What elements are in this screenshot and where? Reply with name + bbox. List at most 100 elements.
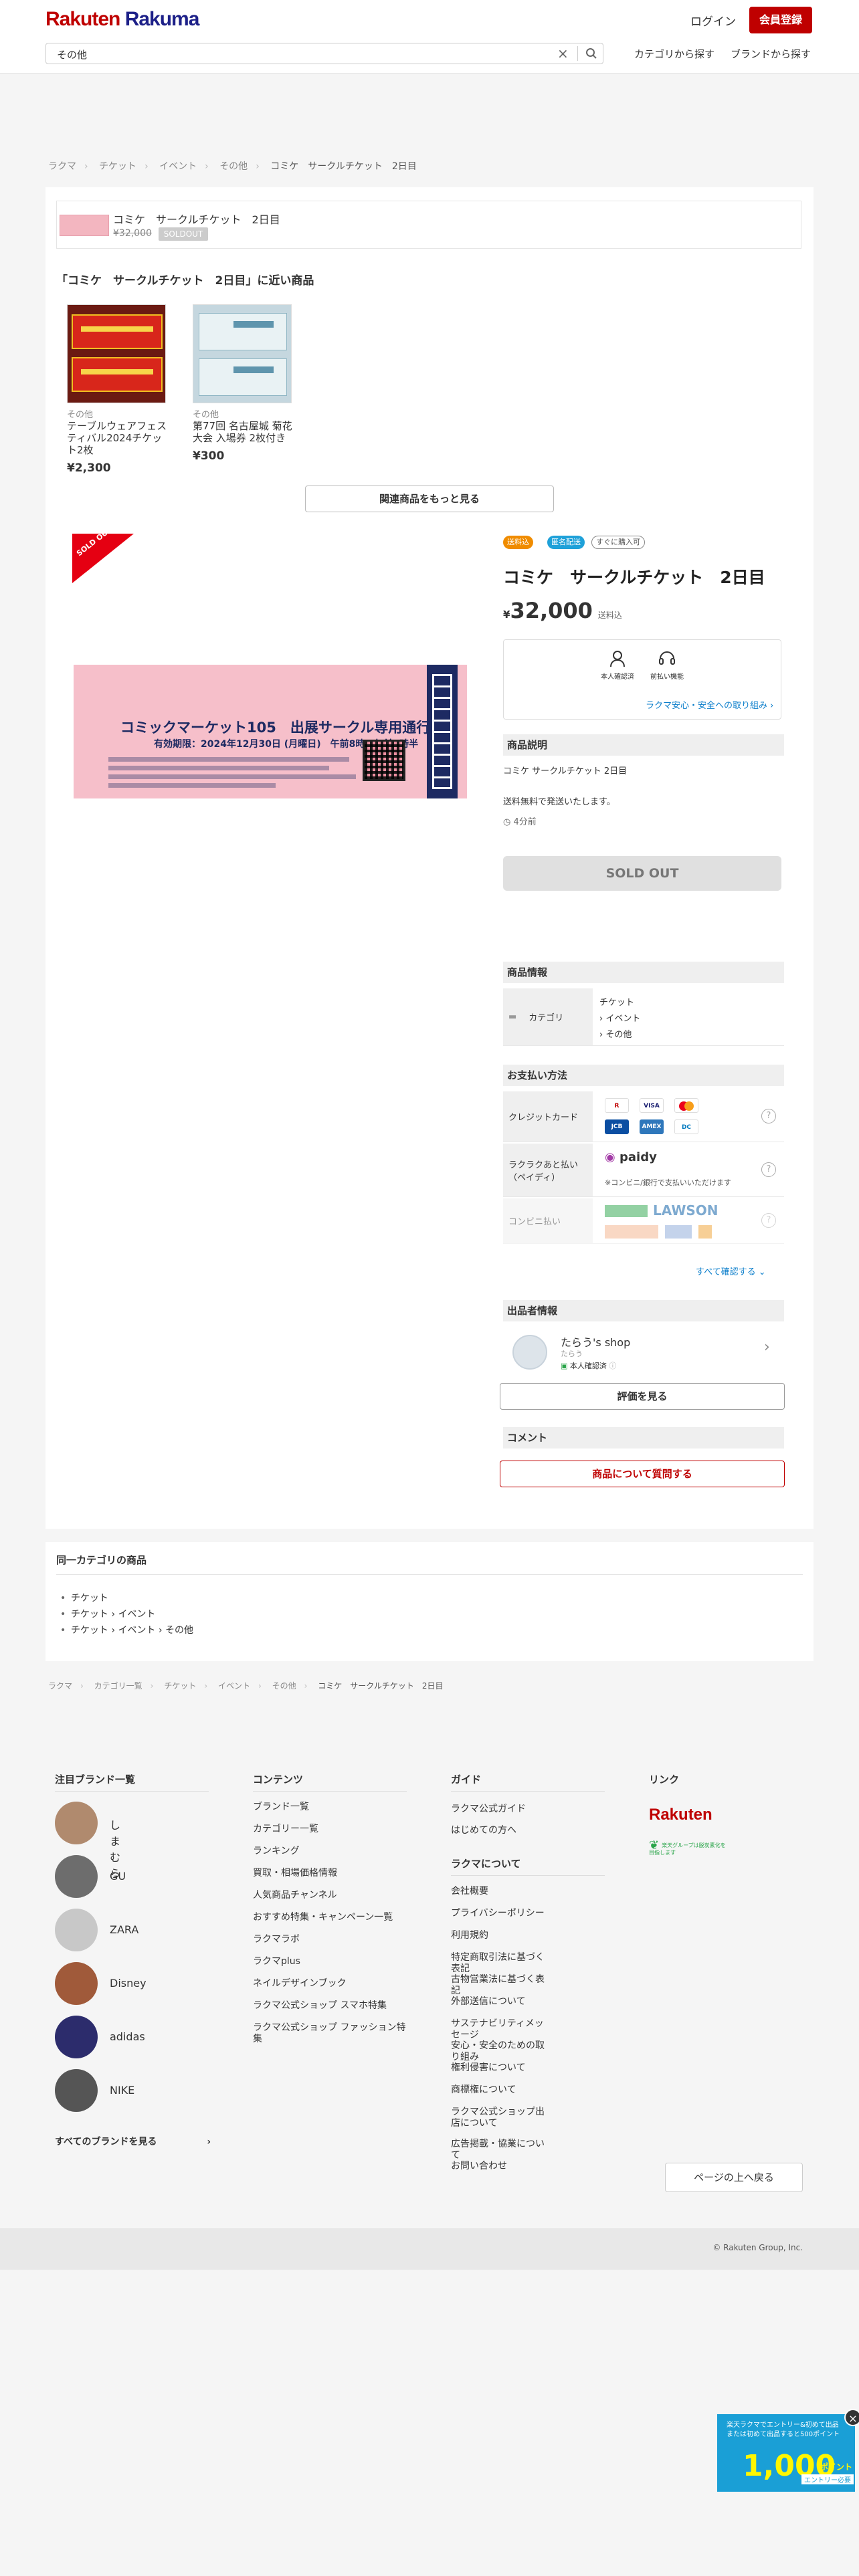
safety-link[interactable]: ラクマ安心・安全への取り組み › xyxy=(646,698,773,711)
reviews-button[interactable]: 評価を見る xyxy=(500,1383,785,1410)
breadcrumb-item[interactable]: その他 xyxy=(272,1681,296,1691)
footer-link[interactable]: ラクマ公式ショップ出店について xyxy=(451,2107,551,2129)
similar-item-card[interactable]: その他 第77回 名古屋城 菊花大会 入場券 2枚付き ¥300 xyxy=(193,304,293,463)
leaf-icon: ❦ xyxy=(649,1838,660,1852)
breadcrumb-item[interactable]: イベント xyxy=(159,161,197,172)
rakuten-card-icon: R xyxy=(605,1098,629,1113)
item-main-image[interactable]: コミックマーケット105 出展サークル専用通行証 有効期限：2024年12月30… xyxy=(74,665,467,798)
breadcrumb-item[interactable]: その他 xyxy=(219,161,248,172)
breadcrumb-item[interactable]: カテゴリ一覧 xyxy=(94,1681,142,1691)
footer-link[interactable]: サステナビリティメッセージ xyxy=(451,2018,551,2041)
brand-image xyxy=(55,1855,98,1898)
payment-row-credit: クレジットカード R VISA JCB AMEX DC ? xyxy=(503,1091,784,1142)
all-brands-link[interactable]: すべてのブランドを見る › xyxy=(55,2135,211,2148)
footer-link[interactable]: ラクマラボ xyxy=(253,1934,407,1945)
more-related-button[interactable]: 関連商品をもっと見る xyxy=(305,486,554,512)
footer-link[interactable]: 広告掲載・協業について xyxy=(451,2139,551,2161)
footer-link[interactable]: お問い合わせ xyxy=(451,2161,551,2172)
verified-icon: ▣ xyxy=(561,1362,568,1370)
breadcrumb-item[interactable]: チケット xyxy=(99,161,136,172)
back-to-top-button[interactable]: ページの上へ戻る xyxy=(665,2163,803,2192)
rakuten-logo[interactable]: Rakuten xyxy=(649,1806,712,1824)
footer-link[interactable]: ブランド一覧 xyxy=(253,1802,407,1813)
footer-link[interactable]: 特定商取引法に基づく表記 xyxy=(451,1952,551,1975)
rakuten-rakuma-logo[interactable]: Rakuten Rakuma xyxy=(45,8,199,31)
help-icon[interactable]: ⓘ xyxy=(609,1362,616,1370)
search-input[interactable]: その他 × xyxy=(45,43,603,64)
footer-link[interactable]: 商標権について xyxy=(451,2084,551,2096)
item-summary-card[interactable]: コミケ サークルチケット 2日目 ¥32,000 SOLDOUT xyxy=(56,201,801,249)
item-category: その他 xyxy=(193,410,219,420)
item-name: 第77回 名古屋城 菊花大会 入場券 2枚付き xyxy=(193,420,292,444)
footer-link[interactable]: ラクマ公式ショップ スマホ特集 xyxy=(253,2000,407,2012)
footer-link[interactable]: 人気商品チャンネル xyxy=(253,1890,407,1901)
brand-image xyxy=(55,1962,98,2005)
similar-item-card[interactable]: その他 テーブルウェアフェスティバル2024チケット2枚 ¥2,300 xyxy=(67,304,167,475)
see-all-payment-link[interactable]: すべて確認する ⌄ xyxy=(696,1265,766,1277)
nav-brand-link[interactable]: ブランドから探す xyxy=(731,47,811,61)
item-title: コミケ サークルチケット 2日目 xyxy=(503,568,765,587)
eco-banner[interactable]: ❦ 楽天グループは脱炭素化を目指します xyxy=(649,1838,727,1866)
store-logo xyxy=(605,1225,658,1239)
footer-link[interactable]: ラクマplus xyxy=(253,1956,407,1967)
list-item[interactable]: チケット › イベント xyxy=(59,1606,193,1622)
footer-link[interactable]: 利用規約 xyxy=(451,1930,551,1941)
seller-sub: たらう xyxy=(561,1350,583,1358)
nav-category-link[interactable]: カテゴリから探す xyxy=(634,47,714,61)
help-icon[interactable]: ? xyxy=(761,1213,776,1228)
breadcrumb-item[interactable]: イベント xyxy=(218,1681,250,1691)
breadcrumb-item[interactable]: ラクマ xyxy=(48,161,76,172)
footer-link[interactable]: 外部送信について xyxy=(451,1996,551,2008)
footer-link[interactable]: 権利侵害について xyxy=(451,2062,551,2074)
footer-link[interactable]: 安心・安全のための取り組み xyxy=(451,2040,551,2063)
posted-time: ◷ 4分前 xyxy=(503,817,537,827)
footer-link[interactable]: はじめての方へ xyxy=(451,1823,516,1836)
help-icon[interactable]: ? xyxy=(761,1109,776,1123)
verified-icon: 本人確認済 xyxy=(597,649,638,681)
item-price: ¥300 xyxy=(193,449,225,463)
soldout-badge: SOLDOUT xyxy=(159,227,208,241)
qr-code xyxy=(363,740,405,781)
verified-badge: ▣ 本人確認済 ⓘ xyxy=(561,1362,617,1370)
category-link[interactable]: › イベント xyxy=(599,1011,640,1024)
search-icon[interactable] xyxy=(585,47,597,60)
familymart-logo xyxy=(605,1205,648,1217)
clear-icon[interactable]: × xyxy=(557,45,569,62)
footer-link[interactable]: 買取・相場価格情報 xyxy=(253,1868,407,1879)
divider xyxy=(56,1574,803,1575)
list-item[interactable]: チケット xyxy=(59,1590,193,1606)
list-item[interactable]: チケット › イベント › その他 xyxy=(59,1622,193,1638)
ask-question-button[interactable]: 商品について質問する xyxy=(500,1461,785,1487)
login-link[interactable]: ログイン xyxy=(690,12,736,29)
avatar xyxy=(512,1335,547,1370)
footer-link[interactable]: ラクマ公式ショップ ファッション特集 xyxy=(253,2022,407,2045)
category-link[interactable]: › その他 xyxy=(599,1027,632,1040)
same-category-list: チケット チケット › イベント チケット › イベント › その他 xyxy=(59,1590,193,1638)
close-icon[interactable]: × xyxy=(844,2409,859,2426)
promo-banner[interactable]: × 楽天ラクマでエントリー&初めて出品 または初めて出品すると500ポイント 1,… xyxy=(717,2409,859,2492)
breadcrumb-item[interactable]: チケット xyxy=(164,1681,196,1691)
help-icon[interactable]: ? xyxy=(761,1162,776,1177)
signup-button[interactable]: 会員登録 xyxy=(749,7,812,33)
breadcrumb-item[interactable]: ラクマ xyxy=(48,1681,72,1691)
footer-link[interactable]: おすすめ特集・キャンペーン一覧 xyxy=(253,1912,407,1923)
item-image xyxy=(193,304,292,403)
category-link[interactable]: チケット xyxy=(599,995,634,1008)
seller-name: たらう's shop xyxy=(561,1336,631,1349)
clock-icon: ◷ xyxy=(503,817,514,827)
badge-shipping-included: 送料込 xyxy=(503,536,533,549)
footer-link[interactable]: ランキング xyxy=(253,1846,407,1857)
footer-link[interactable]: 会社概要 xyxy=(451,1886,551,1897)
breadcrumb: ラクマ › チケット › イベント › その他 › コミケ サークルチケット 2日目 xyxy=(48,161,417,172)
footer-link[interactable]: ラクマ公式ガイド xyxy=(451,1802,526,1815)
paidy-note: ※コンビニ/銀行で支払いいただけます xyxy=(605,1178,731,1187)
description-heading: 商品説明 xyxy=(503,734,784,756)
footer-link[interactable]: カテゴリー一覧 xyxy=(253,1824,407,1835)
jcb-icon: JCB xyxy=(605,1119,629,1134)
footer-link[interactable]: 古物営業法に基づく表記 xyxy=(451,1974,551,1997)
footer-link[interactable]: プライバシーポリシー xyxy=(451,1908,551,1919)
seller-card[interactable]: たらう's shop たらう ▣ 本人確認済 ⓘ › xyxy=(503,1325,784,1371)
footer-link[interactable]: ネイルデザインブック xyxy=(253,1978,407,1990)
summary-title: コミケ サークルチケット 2日目 xyxy=(113,213,280,226)
soldout-button[interactable]: SOLD OUT xyxy=(503,856,781,891)
